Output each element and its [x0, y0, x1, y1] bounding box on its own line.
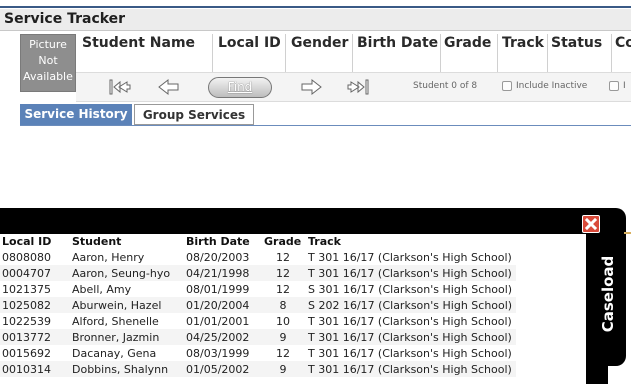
table-row[interactable]: 1022539 Alford, Shenelle 01/01/2001 10 T… [0, 313, 516, 329]
caseload-grid: Local ID Student Birth Date Grade Track … [0, 234, 517, 377]
column-grade[interactable]: Grade [444, 35, 491, 51]
cell-track: T 301 16/17 (Clarkson's High School) [308, 250, 512, 264]
title-bar: Service Tracker [0, 9, 631, 31]
cell-track: T 301 16/17 (Clarkson's High School) [306, 361, 517, 377]
include-inactive-checkbox[interactable] [502, 81, 512, 91]
cell-grade: 12 [276, 346, 290, 360]
cell-track: S 202 16/17 (Clarkson's High School) [306, 297, 517, 313]
tab-group-services[interactable]: Group Services [134, 104, 254, 125]
cell-student: Aaron, Seung-hyo [70, 265, 184, 281]
column-track[interactable]: Track [502, 35, 544, 51]
header-local-id[interactable]: Local ID [0, 234, 70, 249]
cell-birth-date: 01/01/2001 [186, 314, 250, 328]
header-grade[interactable]: Grade [262, 234, 306, 249]
previous-arrow-icon[interactable] [156, 77, 182, 97]
student-header-row: Student Name Local ID Gender Birth Date … [0, 32, 631, 92]
cell-track: T 301 16/17 (Clarkson's High School) [308, 346, 512, 360]
cell-birth-date: 01/20/2004 [184, 297, 262, 313]
cell-birth-date: 08/01/1999 [186, 282, 250, 296]
cell-student: Abell, Amy [72, 282, 132, 296]
tab-bar: Service History Group Services [20, 104, 631, 126]
cell-local-id: 0808080 [2, 250, 51, 264]
cell-local-id: 1025082 [0, 297, 70, 313]
tab-service-history[interactable]: Service History [20, 104, 132, 125]
cell-grade: 8 [262, 297, 306, 313]
cell-grade: 9 [262, 329, 306, 345]
table-row[interactable]: 1021375 Abell, Amy 08/01/1999 12 S 301 1… [0, 281, 516, 297]
table-row[interactable]: 0808080 Aaron, Henry 08/20/2003 12 T 301… [0, 249, 516, 265]
cell-local-id: 0013772 [0, 329, 70, 345]
cell-grade: 12 [276, 282, 290, 296]
column-birth-date[interactable]: Birth Date [357, 35, 438, 51]
cell-track: T 301 16/17 (Clarkson's High School) [306, 265, 517, 281]
caseload-table: Local ID Student Birth Date Grade Track … [0, 234, 586, 384]
cell-track: T 301 16/17 (Clarkson's High School) [306, 329, 517, 345]
cell-birth-date: 08/03/1999 [186, 346, 250, 360]
table-row[interactable]: 0010314 Dobbins, Shalynn 01/05/2002 9 T … [0, 361, 517, 377]
cell-local-id: 1022539 [2, 314, 51, 328]
cell-local-id: 1021375 [2, 282, 51, 296]
cell-grade: 9 [262, 361, 306, 377]
cell-track: T 301 16/17 (Clarkson's High School) [308, 314, 512, 328]
last-record-icon[interactable] [346, 77, 372, 97]
first-record-icon[interactable] [106, 77, 132, 97]
cell-birth-date: 04/21/1998 [184, 265, 262, 281]
photo-text-line3: Available [23, 70, 73, 83]
find-button[interactable]: Find [208, 77, 272, 98]
caseload-tab[interactable]: Caseload [592, 244, 624, 344]
background-accent-line [624, 232, 631, 234]
close-icon[interactable] [582, 215, 600, 233]
student-count: Student 0 of 8 [413, 81, 478, 91]
cell-student: Alford, Shenelle [72, 314, 159, 328]
cell-local-id: 0015692 [2, 346, 51, 360]
include-inactive-label: Include Inactive [516, 81, 588, 91]
header-birth-date[interactable]: Birth Date [184, 234, 262, 249]
next-arrow-icon[interactable] [298, 77, 324, 97]
cell-student: Aaron, Henry [72, 250, 145, 264]
column-co[interactable]: Co [615, 35, 631, 51]
window-title: Service Tracker [4, 11, 126, 27]
cell-local-id: 0004707 [0, 265, 70, 281]
table-row[interactable]: 1025082 Aburwein, Hazel 01/20/2004 8 S 2… [0, 297, 517, 313]
column-student-name[interactable]: Student Name [82, 35, 195, 51]
cell-grade: 12 [276, 250, 290, 264]
column-local-id[interactable]: Local ID [218, 35, 281, 51]
cell-birth-date: 04/25/2002 [184, 329, 262, 345]
cell-track: S 301 16/17 (Clarkson's High School) [308, 282, 513, 296]
table-row[interactable]: 0004707 Aaron, Seung-hyo 04/21/1998 12 T… [0, 265, 517, 281]
table-row[interactable]: 0015692 Dacanay, Gena 08/03/1999 12 T 30… [0, 345, 516, 361]
top-edge [0, 0, 631, 8]
header-track[interactable]: Track [306, 234, 516, 249]
cell-local-id: 0010314 [0, 361, 70, 377]
service-history-panel [20, 127, 631, 209]
cell-student: Dacanay, Gena [72, 346, 157, 360]
cell-grade: 10 [276, 314, 290, 328]
cell-student: Aburwein, Hazel [70, 297, 184, 313]
caseload-header-row: Local ID Student Birth Date Grade Track [0, 234, 516, 249]
cell-student: Dobbins, Shalynn [70, 361, 184, 377]
navigation-bar: Find Student 0 of 8 Include Inactive I [76, 72, 631, 102]
table-row[interactable]: 0013772 Bronner, Jazmin 04/25/2002 9 T 3… [0, 329, 517, 345]
cell-birth-date: 01/05/2002 [184, 361, 262, 377]
column-gender[interactable]: Gender [291, 35, 348, 51]
cell-student: Bronner, Jazmin [70, 329, 184, 345]
column-status[interactable]: Status [551, 35, 602, 51]
cell-birth-date: 08/20/2003 [186, 250, 250, 264]
second-checkbox[interactable] [609, 81, 619, 91]
cell-grade: 12 [262, 265, 306, 281]
caseload-title: Caseload [599, 255, 617, 333]
header-student[interactable]: Student [70, 234, 184, 249]
second-checkbox-label: I [623, 81, 626, 91]
